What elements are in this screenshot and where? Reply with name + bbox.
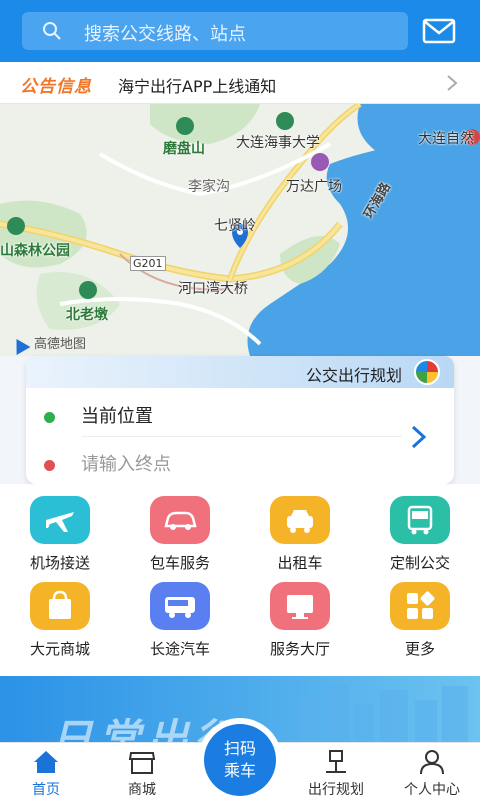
notice-message[interactable]: 海宁出行APP上线通知	[118, 73, 276, 97]
service-coach[interactable]: 长途汽车	[120, 570, 240, 660]
airport-shuttle-icon	[30, 496, 90, 544]
services-grid: 机场接送 包车服务 出租车 定制公交 大元商城 长途汽车 服务大厅 更多	[0, 484, 480, 676]
service-taxi[interactable]: 出租车	[240, 484, 360, 574]
bus-stop-icon	[326, 750, 346, 773]
scan-to-ride-button[interactable]: 扫码 乘车	[198, 718, 282, 800]
shopping-bag-icon	[30, 582, 90, 630]
coach-bus-icon	[150, 582, 210, 630]
map-label-dalian-nature: 大连自然	[418, 131, 474, 147]
current-location-text: 当前位置	[81, 406, 153, 427]
chevron-right-icon[interactable]	[410, 424, 428, 450]
map-provider-logo: 高德地图	[9, 333, 87, 355]
charter-car-icon	[150, 496, 210, 544]
mail-icon[interactable]	[422, 18, 456, 44]
map-label-mopan: 磨盘山	[163, 141, 205, 157]
top-header: 搜索公交线路、站点	[0, 0, 480, 62]
service-mall[interactable]: 大元商城	[0, 570, 120, 660]
nav-trip-plan-label: 出行规划	[308, 782, 364, 798]
map-label-forest-park: 山森林公园	[0, 243, 70, 259]
nav-trip-plan[interactable]: 出行规划	[296, 743, 376, 800]
globe-icon	[414, 359, 440, 385]
amap-logo-icon	[9, 334, 31, 355]
notice-bar[interactable]: 公告信息 海宁出行APP上线通知	[0, 62, 480, 104]
service-airport-shuttle[interactable]: 机场接送	[0, 484, 120, 574]
service-label: 更多	[404, 640, 435, 658]
service-label: 长途汽车	[149, 640, 210, 658]
scan-label-line1: 扫码	[223, 739, 256, 758]
planner-divider	[82, 436, 402, 437]
map-view[interactable]: 磨盘山 大连海事大学 大连自然 李家沟 万达广场 七贤岭 山森林公园 G201 …	[0, 104, 480, 356]
scan-button-face: 扫码 乘车	[204, 724, 276, 796]
service-label: 大元商城	[29, 640, 90, 658]
map-provider-text: 高德地图	[34, 337, 87, 352]
taxi-icon	[270, 496, 330, 544]
nav-profile-label: 个人中心	[404, 782, 460, 798]
map-label-wanda: 万达广场	[286, 179, 342, 195]
home-icon	[34, 751, 58, 773]
map-label-lijiagou: 李家沟	[188, 179, 230, 195]
end-dot-icon	[44, 459, 55, 471]
nav-mall-label: 商城	[128, 782, 156, 798]
trip-planner-card: 公交出行规划 当前位置 请输入终点	[26, 356, 454, 484]
service-more[interactable]: 更多	[360, 570, 480, 660]
service-hall[interactable]: 服务大厅	[240, 570, 360, 660]
nav-profile[interactable]: 个人中心	[392, 743, 472, 800]
search-bar[interactable]: 搜索公交线路、站点	[22, 12, 408, 50]
planner-header: 公交出行规划	[26, 356, 454, 388]
service-label: 服务大厅	[269, 640, 330, 658]
nav-home-label: 首页	[32, 782, 60, 798]
service-charter[interactable]: 包车服务	[120, 484, 240, 574]
current-location-field[interactable]: 当前位置	[44, 402, 153, 428]
scan-label-line2: 乘车	[223, 761, 256, 780]
map-label-dmu: 大连海事大学	[236, 135, 320, 151]
destination-placeholder: 请输入终点	[81, 454, 171, 475]
map-label-g201: G201	[130, 256, 166, 271]
service-custom-bus[interactable]: 定制公交	[360, 484, 480, 574]
store-icon	[128, 752, 156, 774]
chevron-right-icon[interactable]	[446, 74, 458, 92]
start-dot-icon	[44, 411, 55, 423]
map-label-beilaodun: 北老墩	[66, 307, 108, 323]
planner-title: 公交出行规划	[305, 366, 402, 385]
nav-home[interactable]: 首页	[6, 743, 86, 800]
custom-bus-icon	[390, 496, 450, 544]
more-grid-icon	[390, 582, 450, 630]
nav-mall[interactable]: 商城	[102, 743, 182, 800]
map-label-hekou: 河口湾大桥	[178, 281, 248, 297]
service-hall-icon	[270, 582, 330, 630]
user-icon	[420, 750, 444, 775]
map-label-qixianling: 七贤岭	[214, 218, 256, 234]
search-icon	[43, 22, 61, 40]
notice-tag: 公告信息	[20, 77, 92, 97]
search-placeholder: 搜索公交线路、站点	[84, 24, 246, 45]
destination-field[interactable]: 请输入终点	[44, 450, 171, 476]
